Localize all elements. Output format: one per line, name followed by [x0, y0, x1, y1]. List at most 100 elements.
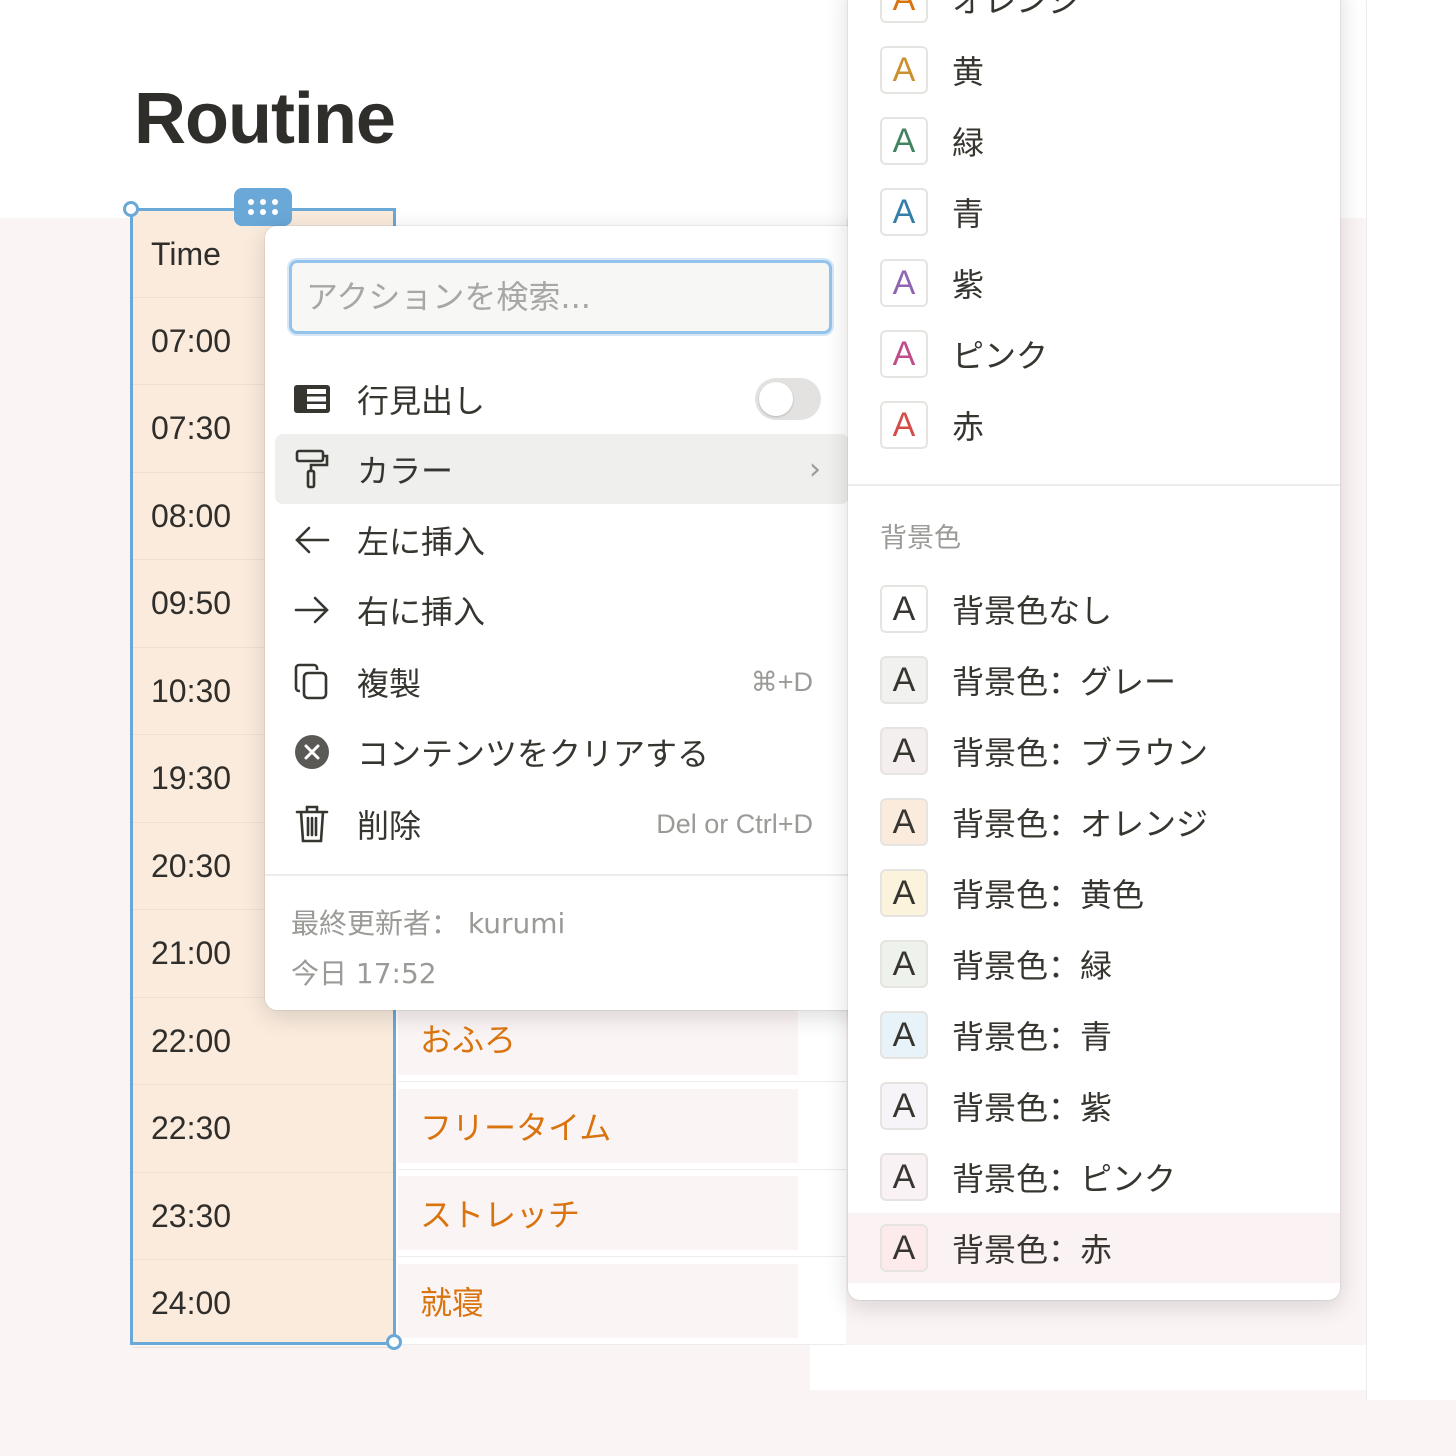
background-section-header: 背景色: [880, 523, 961, 554]
task-text: 就寝: [420, 1283, 485, 1322]
color-option-label: 背景色：黄色: [952, 876, 1145, 914]
text-color-option[interactable]: A赤: [848, 390, 1340, 460]
column-drag-handle[interactable]: [234, 188, 292, 226]
task-cell[interactable]: フリータイム: [398, 1083, 846, 1170]
background-color-option[interactable]: A 背景色：赤: [848, 1213, 1340, 1283]
menu-item-label: 左に挿入: [357, 523, 486, 561]
color-option-label: ピンク: [952, 337, 1049, 375]
text-color-option[interactable]: A ピンク: [848, 319, 1340, 389]
color-swatch-icon: A: [880, 869, 928, 917]
color-swatch-icon: A: [880, 940, 928, 988]
color-option-label: 背景色：ピンク: [952, 1160, 1177, 1198]
menu-item-label: 右に挿入: [357, 593, 486, 631]
row-header-icon: [281, 383, 343, 415]
time-cell[interactable]: 23:30: [133, 1173, 393, 1260]
text-color-option[interactable]: A緑: [848, 106, 1340, 176]
color-option-label: 背景色：緑: [952, 947, 1113, 985]
table-bottom-gap: [810, 1345, 1366, 1390]
background-color-option[interactable]: A 背景色：ブラウン: [848, 716, 1340, 786]
color-swatch-icon: A: [880, 330, 928, 378]
row-header-toggle[interactable]: [755, 378, 821, 420]
color-swatch-icon: A: [880, 0, 928, 23]
time-cell[interactable]: 22:00: [133, 998, 393, 1085]
color-swatch-icon: A: [880, 46, 928, 94]
menu-item-label: 複製: [357, 665, 422, 703]
color-option-label: 赤: [952, 408, 985, 446]
text-color-option[interactable]: A青: [848, 177, 1340, 247]
text-color-option[interactable]: A黄: [848, 35, 1340, 105]
time-cell[interactable]: 24:00: [133, 1261, 393, 1348]
arrow-left-icon: [281, 525, 343, 555]
color-option-label: 紫: [952, 266, 985, 304]
color-section-divider: [848, 484, 1340, 486]
color-swatch-icon: A: [880, 1224, 928, 1272]
task-text: おふろ: [420, 1021, 517, 1059]
color-option-label: 背景色：青: [952, 1018, 1113, 1056]
color-swatch-icon: A: [880, 585, 928, 633]
action-search-input[interactable]: [292, 263, 829, 331]
background-color-option[interactable]: A 背景色なし: [848, 574, 1340, 644]
shortcut-hint: ⌘+D: [750, 666, 813, 697]
clear-icon: [281, 734, 343, 770]
menu-item-duplicate[interactable]: 複製 ⌘+D: [275, 647, 849, 717]
color-option-label: 背景色：グレー: [952, 663, 1177, 701]
menu-item-insert-right[interactable]: 右に挿入: [275, 575, 849, 645]
right-margin: [1366, 0, 1456, 1400]
menu-item-row-header[interactable]: 行見出し: [275, 364, 849, 434]
paint-roller-icon: [281, 449, 343, 489]
color-option-label: 青: [952, 195, 985, 233]
color-option-label: オレンジ: [952, 0, 1081, 20]
color-swatch-icon: A: [880, 401, 928, 449]
color-swatch-icon: A: [880, 1011, 928, 1059]
color-swatch-icon: A: [880, 259, 928, 307]
menu-divider: [265, 874, 865, 876]
menu-item-clear-content[interactable]: コンテンツをクリアする: [275, 717, 849, 787]
task-text: フリータイム: [420, 1108, 612, 1147]
color-submenu: AオレンジA黄A緑A青A紫AピンクA赤 背景色 A背景色なしA背景色：グレーA背…: [848, 0, 1340, 1300]
menu-item-insert-left[interactable]: 左に挿入: [275, 505, 849, 575]
selection-handle-top-left[interactable]: [123, 201, 139, 217]
menu-item-label: 削除: [357, 807, 422, 845]
shortcut-hint: Del or Ctrl+D: [656, 808, 813, 839]
color-option-label: 黄: [952, 53, 985, 91]
color-option-label: 背景色：オレンジ: [952, 805, 1209, 843]
column-context-menu: 行見出し カラー › 左に挿入 右に挿入 複製 ⌘+D コンテンツをクリアする: [265, 226, 865, 1010]
color-option-label: 背景色：赤: [952, 1231, 1113, 1269]
duplicate-icon: [281, 663, 343, 701]
color-swatch-icon: A: [880, 117, 928, 165]
menu-item-delete[interactable]: 削除 Del or Ctrl+D: [275, 789, 849, 859]
drag-dots-icon: [248, 199, 278, 215]
color-swatch-icon: A: [880, 188, 928, 236]
trash-icon: [281, 804, 343, 844]
chevron-right-icon: ›: [809, 451, 821, 487]
time-cell[interactable]: 22:30: [133, 1086, 393, 1173]
background-color-option[interactable]: A 背景色：紫: [848, 1071, 1340, 1141]
background-color-option[interactable]: A 背景色：ピンク: [848, 1142, 1340, 1212]
action-search-box[interactable]: [289, 260, 832, 334]
background-color-option[interactable]: A 背景色：黄色: [848, 858, 1340, 928]
task-cell[interactable]: ストレッチ: [398, 1170, 846, 1257]
color-option-label: 背景色：ブラウン: [952, 734, 1209, 772]
selection-handle-bottom-right[interactable]: [386, 1334, 402, 1350]
arrow-right-icon: [281, 595, 343, 625]
color-swatch-icon: A: [880, 798, 928, 846]
background-color-option[interactable]: A 背景色：オレンジ: [848, 787, 1340, 857]
text-color-option[interactable]: A紫: [848, 248, 1340, 318]
color-swatch-icon: A: [880, 656, 928, 704]
color-swatch-icon: A: [880, 727, 928, 775]
background-color-option[interactable]: A 背景色：グレー: [848, 645, 1340, 715]
color-option-label: 緑: [952, 124, 985, 162]
color-swatch-icon: A: [880, 1153, 928, 1201]
text-color-option[interactable]: A オレンジ: [848, 0, 1340, 34]
menu-item-label: コンテンツをクリアする: [357, 735, 710, 773]
last-edited-time: 今日 17:52: [291, 957, 437, 990]
last-edited-by: 最終更新者： kurumi: [291, 907, 566, 940]
color-swatch-icon: A: [880, 1082, 928, 1130]
background-color-option[interactable]: A 背景色：青: [848, 1000, 1340, 1070]
menu-item-color[interactable]: カラー ›: [275, 434, 849, 504]
menu-item-label: カラー: [357, 452, 454, 490]
color-option-label: 背景色なし: [952, 592, 1113, 630]
color-option-label: 背景色：紫: [952, 1089, 1113, 1127]
background-color-option[interactable]: A 背景色：緑: [848, 929, 1340, 999]
task-cell[interactable]: 就寝: [398, 1258, 846, 1345]
